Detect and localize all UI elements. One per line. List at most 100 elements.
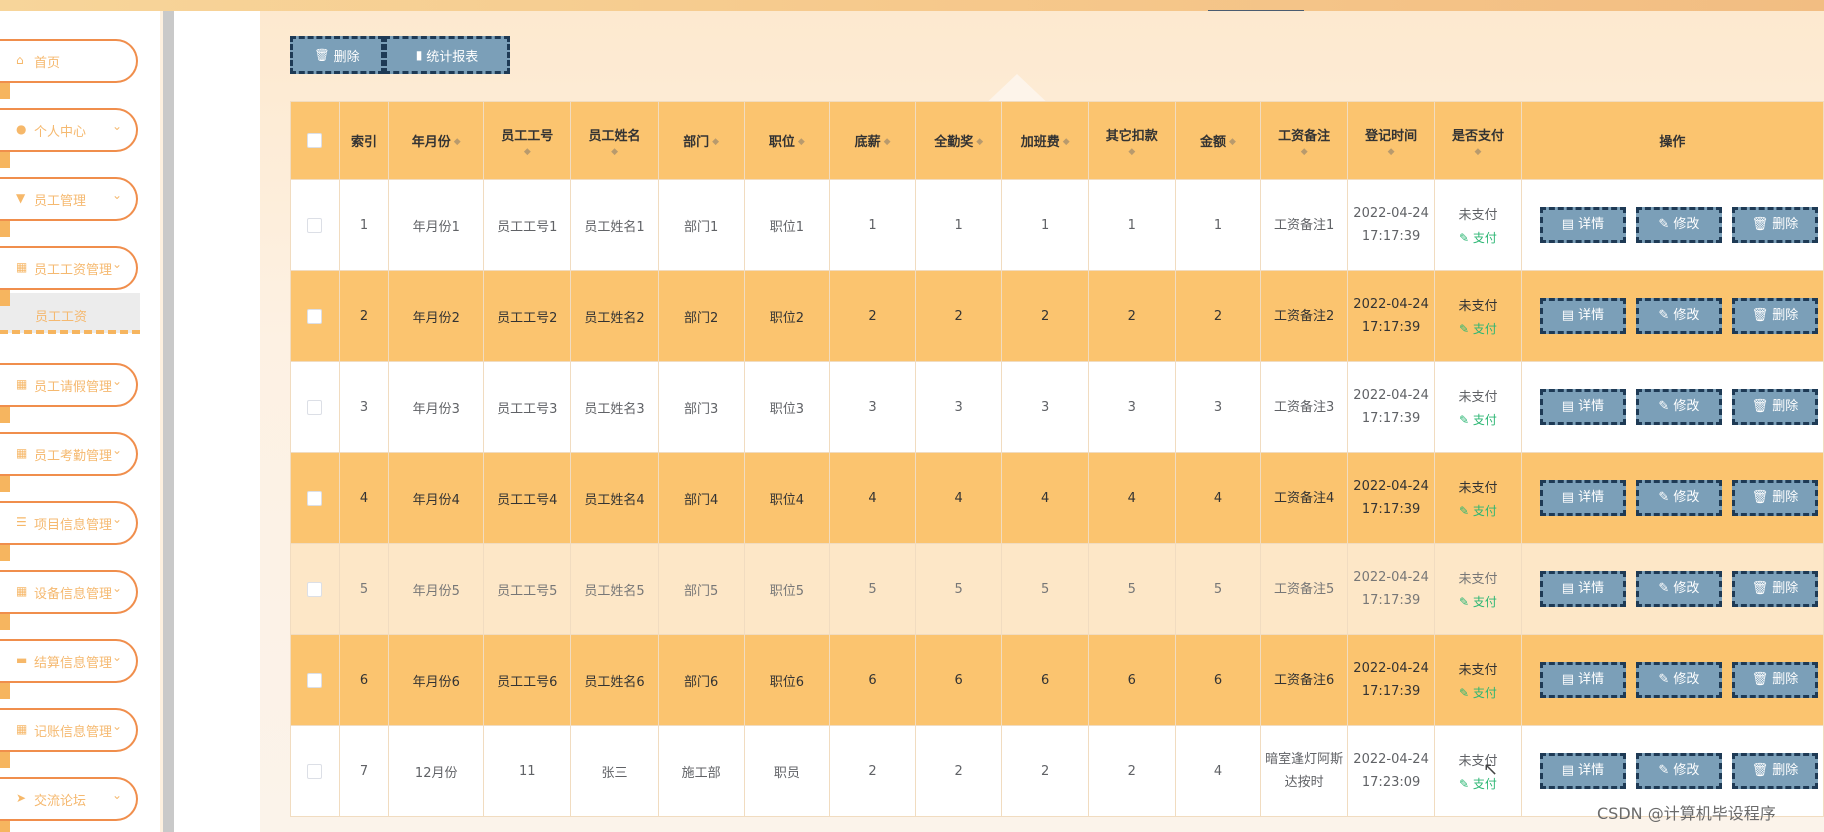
- chevron-down-icon[interactable]: ⌄: [112, 119, 124, 133]
- row-delete-button[interactable]: 🗑 删除: [1731, 571, 1818, 607]
- col-header-amount[interactable]: 金额 ◆: [1174, 101, 1262, 180]
- table-row[interactable]: 6 年月份6 员工工号6 员工姓名6 部门6 职位6 6 6 6 6 6 工资备注6 2022-04-2…: [290, 634, 1824, 726]
- sort-icon[interactable]: ◆: [976, 138, 983, 147]
- table-row[interactable]: 1 年月份1 员工工号1 员工姓名1 部门1 职位1 1 1 1 1 1 工资备注1 2022-04-2…: [290, 179, 1824, 271]
- row-delete-button[interactable]: 🗑 删除: [1731, 753, 1818, 789]
- row-checkbox-cell[interactable]: [290, 725, 340, 817]
- col-header-month[interactable]: 年月份 ◆: [388, 101, 485, 180]
- select-all-checkbox[interactable]: [307, 133, 323, 148]
- chevron-down-icon[interactable]: ⌄: [112, 719, 124, 733]
- row-checkbox[interactable]: [307, 581, 323, 597]
- table-row[interactable]: 5 年月份5 员工工号5 员工姓名5 部门5 职位5 5 5 5 5 5 工资备注5 2022-04-2…: [290, 543, 1824, 635]
- detail-button[interactable]: ▤ 详情: [1539, 389, 1626, 425]
- sidebar-item[interactable]: ▦ 员工考勤管理 ⌄: [0, 432, 138, 492]
- pay-link[interactable]: ✎ 支付: [1436, 229, 1521, 246]
- sidebar-subitem-employee-salary[interactable]: 员工工资: [0, 293, 140, 334]
- pay-link[interactable]: ✎ 支付: [1436, 593, 1521, 610]
- pay-link[interactable]: ✎ 支付: [1436, 502, 1521, 519]
- chevron-down-icon[interactable]: ⌄: [112, 650, 124, 664]
- sidebar-item[interactable]: ➤ 交流论坛 ⌄: [0, 777, 138, 832]
- detail-button[interactable]: ▤ 详情: [1539, 753, 1626, 789]
- row-checkbox-cell[interactable]: [290, 634, 340, 726]
- sort-icon[interactable]: ◆: [485, 147, 570, 157]
- row-checkbox-cell[interactable]: [290, 452, 340, 544]
- chevron-down-icon[interactable]: ⌄: [112, 788, 124, 802]
- row-checkbox-cell[interactable]: [290, 270, 340, 362]
- row-delete-button[interactable]: 🗑 删除: [1731, 389, 1818, 425]
- sidebar-item[interactable]: ▬ 结算信息管理 ⌄: [0, 639, 138, 699]
- detail-button[interactable]: ▤ 详情: [1539, 298, 1626, 334]
- col-header-reg-time[interactable]: 登记时间 ◆: [1347, 101, 1436, 180]
- edit-button[interactable]: ✎ 修改: [1635, 662, 1722, 698]
- pay-link[interactable]: ✎ 支付: [1436, 684, 1521, 701]
- edit-button[interactable]: ✎ 修改: [1635, 298, 1722, 334]
- sidebar-item[interactable]: ☰ 项目信息管理 ⌄: [0, 501, 138, 561]
- sidebar-item[interactable]: ▦ 设备信息管理 ⌄: [0, 570, 138, 630]
- detail-button[interactable]: ▤ 详情: [1539, 662, 1626, 698]
- sort-icon[interactable]: ◆: [1262, 147, 1347, 157]
- col-header-overtime[interactable]: 加班费 ◆: [1001, 101, 1089, 180]
- row-checkbox-cell[interactable]: [290, 179, 340, 271]
- row-delete-button[interactable]: 🗑 删除: [1731, 662, 1818, 698]
- chevron-down-icon[interactable]: ⌄: [112, 581, 124, 595]
- chevron-down-icon[interactable]: ⌄: [112, 374, 124, 388]
- edit-button[interactable]: ✎ 修改: [1635, 207, 1722, 243]
- sort-icon[interactable]: ◆: [1436, 147, 1521, 157]
- sidebar-item[interactable]: ● 个人中心 ⌄: [0, 108, 138, 168]
- row-checkbox[interactable]: [307, 672, 323, 688]
- row-checkbox[interactable]: [307, 308, 323, 324]
- table-row[interactable]: 7 12月份 11 张三 施工部 职员 2 2 2 2 4 暗室逢灯阿斯达按时 2022-04-24 1…: [290, 725, 1824, 817]
- sidebar-item[interactable]: ▦ 记账信息管理 ⌄: [0, 708, 138, 768]
- sort-icon[interactable]: ◆: [798, 138, 805, 147]
- edit-button[interactable]: ✎ 修改: [1635, 571, 1722, 607]
- row-checkbox[interactable]: [307, 217, 323, 233]
- sort-icon[interactable]: ◆: [1063, 138, 1070, 147]
- sidebar-item[interactable]: ▦ 员工请假管理 ⌄: [0, 363, 138, 423]
- edit-button[interactable]: ✎ 修改: [1635, 480, 1722, 516]
- col-header-emp-name[interactable]: 员工姓名 ◆: [570, 101, 659, 180]
- sort-icon[interactable]: ◆: [572, 147, 657, 157]
- select-all-checkbox-cell[interactable]: [290, 101, 340, 180]
- table-row[interactable]: 2 年月份2 员工工号2 员工姓名2 部门2 职位2 2 2 2 2 2 工资备注2 2022-04-2…: [290, 270, 1824, 362]
- pay-link[interactable]: ✎ 支付: [1436, 411, 1521, 428]
- row-checkbox[interactable]: [307, 490, 323, 506]
- col-header-deduction[interactable]: 其它扣款 ◆: [1087, 101, 1176, 180]
- sort-icon[interactable]: ◆: [1349, 147, 1434, 157]
- edit-button[interactable]: ✎ 修改: [1635, 389, 1722, 425]
- sidebar-scrollbar[interactable]: [163, 11, 174, 832]
- detail-button[interactable]: ▤ 详情: [1539, 207, 1626, 243]
- row-checkbox-cell[interactable]: [290, 361, 340, 453]
- edit-button[interactable]: ✎ 修改: [1635, 753, 1722, 789]
- col-header-bonus[interactable]: 全勤奖 ◆: [914, 101, 1003, 180]
- col-header-base[interactable]: 底薪 ◆: [829, 101, 916, 180]
- pay-link[interactable]: ✎ 支付: [1436, 320, 1521, 337]
- col-header-paid[interactable]: 是否支付 ◆: [1434, 101, 1522, 180]
- col-header-dept[interactable]: 部门 ◆: [657, 101, 745, 180]
- row-checkbox[interactable]: [307, 763, 323, 779]
- chevron-down-icon[interactable]: ⌄: [112, 443, 124, 457]
- detail-button[interactable]: ▤ 详情: [1539, 571, 1626, 607]
- pay-link[interactable]: ✎ 支付: [1436, 775, 1521, 792]
- row-checkbox[interactable]: [307, 399, 323, 415]
- table-row[interactable]: 3 年月份3 员工工号3 员工姓名3 部门3 职位3 3 3 3 3 3 工资备注3 2022-04-2…: [290, 361, 1824, 453]
- sort-icon[interactable]: ◆: [712, 138, 719, 147]
- chevron-down-icon[interactable]: ⌄: [112, 257, 124, 271]
- row-delete-button[interactable]: 🗑 删除: [1731, 480, 1818, 516]
- col-header-position[interactable]: 职位 ◆: [743, 101, 831, 180]
- delete-button[interactable]: 🗑 删除: [290, 36, 384, 74]
- sidebar-item[interactable]: ▦ 员工工资管理 ⌄: [0, 246, 138, 306]
- chevron-down-icon[interactable]: ⌄: [112, 512, 124, 526]
- sort-icon[interactable]: ◆: [1229, 138, 1236, 147]
- table-row[interactable]: 4 年月份4 员工工号4 员工姓名4 部门4 职位4 4 4 4 4 4 工资备注4 2022-04-2…: [290, 452, 1824, 544]
- sort-icon[interactable]: ◆: [1089, 147, 1174, 157]
- chevron-down-icon[interactable]: ⌄: [112, 188, 124, 202]
- col-header-emp-no[interactable]: 员工工号 ◆: [483, 101, 572, 180]
- row-delete-button[interactable]: 🗑 删除: [1731, 207, 1818, 243]
- sidebar-item[interactable]: ▼ 员工管理 ⌄: [0, 177, 138, 237]
- col-header-remark[interactable]: 工资备注 ◆: [1260, 101, 1349, 180]
- sidebar-item[interactable]: ⌂ 首页: [0, 39, 138, 99]
- row-delete-button[interactable]: 🗑 删除: [1731, 298, 1818, 334]
- detail-button[interactable]: ▤ 详情: [1539, 480, 1626, 516]
- row-checkbox-cell[interactable]: [290, 543, 340, 635]
- report-button[interactable]: ▮ 统计报表: [384, 36, 510, 74]
